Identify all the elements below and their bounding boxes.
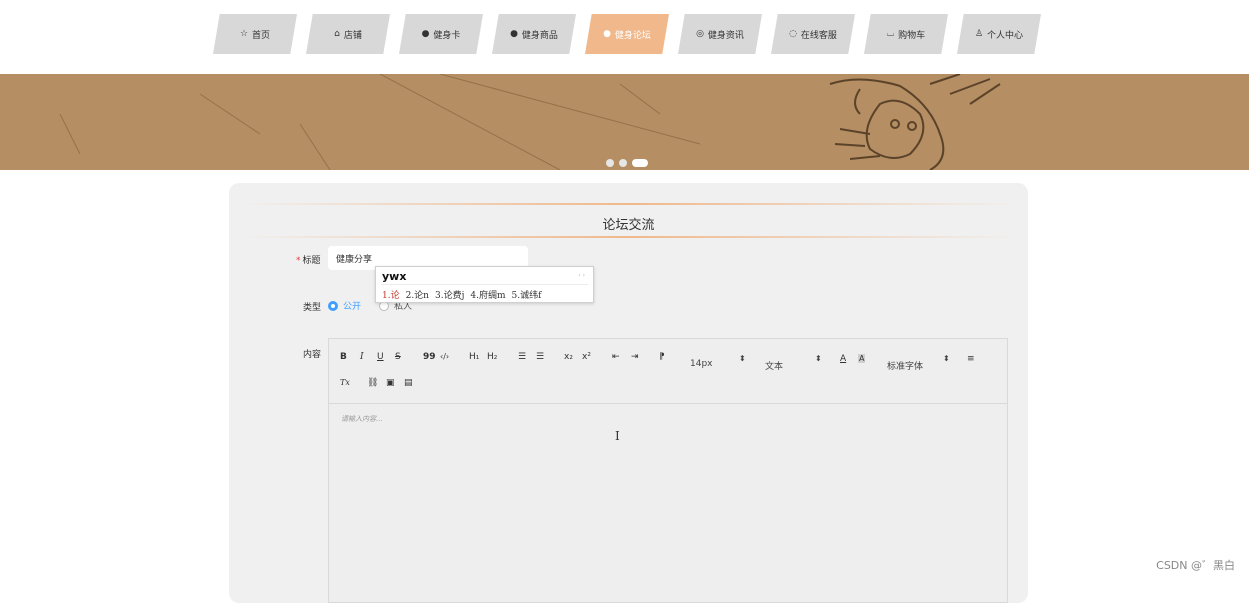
nav-item-fitness-news[interactable]: ◎ 健身资讯 <box>678 14 762 54</box>
carousel-dot[interactable] <box>606 159 614 167</box>
nav-item-label: 健身论坛 <box>615 28 651 41</box>
content-label: 内容 <box>303 347 321 360</box>
ime-candidate[interactable]: 5.诚纬f <box>512 288 542 301</box>
title-label: *标题 <box>296 253 321 266</box>
bold-button[interactable]: B <box>340 352 347 362</box>
ordered-list-button[interactable]: ☰ <box>518 352 526 362</box>
star-icon: ☆ <box>240 29 248 39</box>
ime-page-arrows-icon[interactable]: ‹ › <box>578 272 585 279</box>
watermark: CSDN @゛黑白 <box>1156 557 1235 573</box>
ime-candidate[interactable]: 2.论n <box>406 288 429 301</box>
image-button[interactable]: ▣ <box>386 378 395 388</box>
banner-image <box>0 74 1249 170</box>
nav-item-label: 在线客服 <box>801 28 837 41</box>
code-button[interactable]: ‹/› <box>440 352 449 361</box>
nav-item-label: 个人中心 <box>987 28 1023 41</box>
nav-item-fitness-products[interactable]: ● 健身商品 <box>492 14 576 54</box>
nav-item-cart[interactable]: ⌴ 购物车 <box>864 14 948 54</box>
news-icon: ◎ <box>696 29 704 39</box>
banner-carousel[interactable] <box>0 74 1249 170</box>
strike-button[interactable]: S <box>395 352 401 362</box>
product-icon: ● <box>510 29 518 39</box>
carousel-dot-active[interactable] <box>632 159 648 167</box>
type-label: 类型 <box>303 300 321 313</box>
link-button[interactable]: ⛓ <box>367 378 378 388</box>
ime-candidate-list: 1.论 2.论n 3.论费j 4.府绸m 5.诚纬f <box>382 288 541 301</box>
nav-item-label: 首页 <box>252 28 270 41</box>
nav-item-shop[interactable]: ⌂ 店铺 <box>306 14 390 54</box>
required-mark: * <box>296 256 301 266</box>
carousel-dots <box>606 159 648 167</box>
superscript-button[interactable]: x² <box>582 352 591 362</box>
radio-label: 公开 <box>343 299 361 312</box>
nav-item-label: 健身资讯 <box>708 28 744 41</box>
chevron-updown-icon: ⬍ <box>815 354 822 363</box>
h1-button[interactable]: H₁ <box>469 352 479 362</box>
subscript-button[interactable]: x₂ <box>564 352 573 362</box>
cart-icon: ⌴ <box>887 29 894 39</box>
indent-button[interactable]: ⇥ <box>631 352 639 362</box>
italic-button[interactable]: I <box>360 352 364 362</box>
forum-post-panel: 论坛交流 *标题 类型 公开 私人 ywx ‹ › 1.论 2.论n 3.论费j… <box>229 183 1028 603</box>
headset-icon: ◌ <box>789 29 797 39</box>
title-label-text: 标题 <box>303 256 321 266</box>
radio-public[interactable]: 公开 <box>328 299 361 312</box>
ime-candidate[interactable]: 3.论费j <box>435 288 464 301</box>
divider <box>241 203 1016 205</box>
ime-candidate-popup: ywx ‹ › 1.论 2.论n 3.论费j 4.府绸m 5.诚纬f <box>375 266 594 303</box>
font-color-button[interactable]: A <box>840 354 846 364</box>
chevron-updown-icon: ⬍ <box>943 354 950 363</box>
ime-candidate[interactable]: 1.论 <box>382 288 400 301</box>
outdent-button[interactable]: ⇤ <box>612 352 620 362</box>
radio-icon <box>328 301 338 311</box>
top-nav: ☆ 首页 ⌂ 店铺 ● 健身卡 ● 健身商品 ● 健身论坛 ◎ 健身资讯 ◌ 在… <box>213 14 1053 54</box>
nav-item-home[interactable]: ☆ 首页 <box>213 14 297 54</box>
chevron-updown-icon: ⬍ <box>739 354 746 363</box>
editor-content-area[interactable]: 请输入内容... I <box>329 405 1007 602</box>
nav-item-label: 购物车 <box>898 28 925 41</box>
background-color-button[interactable]: A <box>858 354 865 363</box>
font-family-select[interactable]: 标准字体 <box>887 359 923 372</box>
nav-item-fitness-card[interactable]: ● 健身卡 <box>399 14 483 54</box>
nav-item-fitness-forum[interactable]: ● 健身论坛 <box>585 14 669 54</box>
text-direction-button[interactable]: ⁋ <box>659 352 665 362</box>
editor-placeholder: 请输入内容... <box>341 414 383 424</box>
page-title: 论坛交流 <box>229 214 1028 233</box>
carousel-dot[interactable] <box>619 159 627 167</box>
divider <box>381 284 588 285</box>
ime-composition: ywx <box>382 270 406 283</box>
blockquote-button[interactable]: 99 <box>423 352 436 362</box>
nav-item-label: 健身卡 <box>433 28 460 41</box>
user-icon: ♙ <box>975 29 983 39</box>
underline-button[interactable]: U <box>377 352 384 362</box>
nav-item-profile[interactable]: ♙ 个人中心 <box>957 14 1041 54</box>
video-button[interactable]: ▤ <box>404 378 413 388</box>
text-cursor-icon: I <box>615 429 620 443</box>
divider <box>241 236 1016 238</box>
nav-item-label: 健身商品 <box>522 28 558 41</box>
text-type-select[interactable]: 文本 <box>765 359 783 372</box>
nav-item-customer-service[interactable]: ◌ 在线客服 <box>771 14 855 54</box>
bullet-list-button[interactable]: ☰ <box>536 352 544 362</box>
font-size-select[interactable]: 14px <box>690 359 713 369</box>
editor-toolbar: B I U S 99 ‹/› H₁ H₂ ☰ ☰ x₂ x² ⇤ ⇥ ⁋ 14p… <box>329 339 1007 404</box>
h2-button[interactable]: H₂ <box>487 352 497 362</box>
ime-candidate[interactable]: 4.府绸m <box>470 288 505 301</box>
home-icon: ⌂ <box>334 29 340 39</box>
card-icon: ● <box>422 29 430 39</box>
rich-text-editor: B I U S 99 ‹/› H₁ H₂ ☰ ☰ x₂ x² ⇤ ⇥ ⁋ 14p… <box>328 338 1008 603</box>
align-button[interactable]: ≡ <box>967 354 975 364</box>
clean-format-button[interactable]: Tx <box>340 378 350 387</box>
nav-item-label: 店铺 <box>344 28 362 41</box>
forum-icon: ● <box>603 29 611 39</box>
